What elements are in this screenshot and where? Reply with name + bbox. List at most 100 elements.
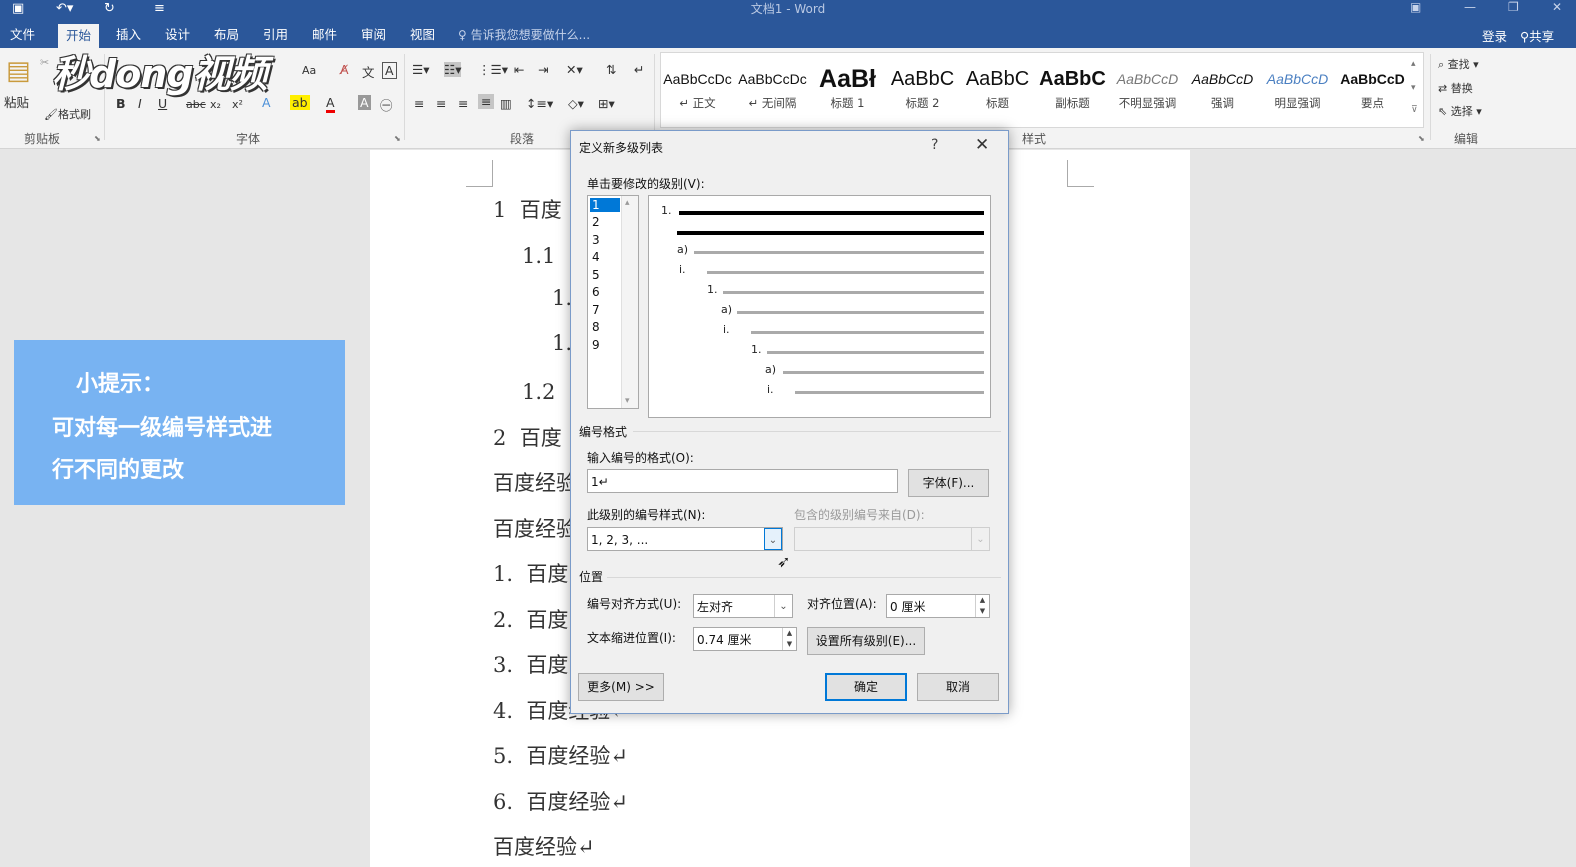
tab-home[interactable]: 开始: [58, 24, 100, 48]
level-item[interactable]: 6: [592, 285, 600, 299]
tab-file[interactable]: 文件: [2, 25, 43, 45]
paste-label[interactable]: 粘贴: [4, 92, 29, 111]
scroll-up-icon[interactable]: ▴: [625, 198, 630, 208]
ok-button[interactable]: 确定: [825, 673, 907, 701]
position-section-label: 位置: [579, 570, 604, 584]
text-indent-input[interactable]: 0.74 厘米 ▲ ▼: [693, 627, 797, 651]
justify-icon[interactable]: ≡: [478, 94, 495, 109]
tab-insert[interactable]: 插入: [108, 25, 149, 45]
spinner-icon[interactable]: ▲ ▼: [782, 628, 796, 650]
styles-group-label: 样式: [1022, 132, 1047, 146]
find-button[interactable]: ⌕ 查找 ▾: [1438, 56, 1479, 72]
share-button[interactable]: ⚲共享: [1520, 26, 1554, 45]
section-divider: [633, 431, 1001, 432]
tab-mailings[interactable]: 邮件: [304, 25, 345, 45]
level-item[interactable]: 9: [592, 338, 600, 352]
align-center-icon[interactable]: ≡: [436, 96, 446, 111]
asian-layout-icon[interactable]: ✕▾: [566, 62, 583, 77]
style-heading-1[interactable]: AaBł 标题 1: [811, 63, 884, 123]
more-button[interactable]: 更多(M) >>: [578, 673, 664, 701]
phonetic-icon[interactable]: 文: [362, 62, 375, 81]
level-item[interactable]: 4: [592, 250, 600, 264]
level-item[interactable]: 3: [592, 233, 600, 247]
level-item[interactable]: 7: [592, 303, 600, 317]
level-listbox[interactable]: 1 2 3 4 5 6 7 8 9 ▴ ▾: [587, 195, 639, 409]
style-emphasis[interactable]: AaBbCcD 强调: [1186, 63, 1259, 123]
cut-icon[interactable]: ✂: [40, 56, 49, 69]
font-launcher-icon[interactable]: ⬊: [394, 134, 401, 143]
char-border-icon[interactable]: A: [382, 62, 397, 79]
distributed-icon[interactable]: ▥: [500, 96, 512, 111]
show-marks-icon[interactable]: ↵: [634, 62, 644, 77]
clear-format-icon[interactable]: A̸: [340, 62, 349, 77]
clipboard-launcher-icon[interactable]: ⬊: [94, 134, 101, 143]
level-item[interactable]: 2: [592, 215, 600, 229]
doc-line: 6. 百度经验↵: [493, 790, 629, 814]
person-icon: ⚲: [1520, 29, 1530, 44]
help-icon[interactable]: ?: [931, 137, 938, 153]
select-button[interactable]: ⇖ 选择 ▾: [1438, 103, 1482, 119]
close-icon[interactable]: ✕: [975, 135, 989, 155]
tab-layout[interactable]: 布局: [206, 25, 247, 45]
font-button[interactable]: 字体(F)...: [908, 469, 989, 497]
spinner-icon[interactable]: ▲ ▼: [975, 595, 989, 617]
style-normal[interactable]: AaBbCcDc ↵ 正文: [661, 63, 734, 123]
number-format-input[interactable]: 1↵: [587, 469, 898, 493]
chevron-down-icon[interactable]: ⌄: [764, 528, 782, 550]
gallery-more-icon[interactable]: ⊽: [1411, 105, 1418, 115]
line-spacing-icon[interactable]: ↕≡▾: [526, 96, 553, 111]
style-no-spacing[interactable]: AaBbCcDc ↵ 无间隔: [736, 63, 809, 123]
tab-references[interactable]: 引用: [255, 25, 296, 45]
multilevel-list-icon[interactable]: ⋮☰▾: [478, 62, 508, 77]
style-subtitle[interactable]: AaBbC 副标题: [1036, 63, 1109, 123]
style-heading-2[interactable]: AaBbC 标题 2: [886, 63, 959, 123]
paste-icon[interactable]: ▤: [6, 56, 31, 86]
style-strong[interactable]: AaBbCcD 要点: [1336, 63, 1409, 123]
tab-review[interactable]: 审阅: [353, 25, 394, 45]
chevron-down-icon[interactable]: ⌄: [774, 595, 792, 617]
tab-design[interactable]: 设计: [157, 25, 198, 45]
align-left-icon[interactable]: ≡: [414, 96, 424, 111]
replace-button[interactable]: ⇄ 替换: [1438, 80, 1473, 96]
format-painter-button[interactable]: 🖌格式刷: [44, 106, 91, 122]
change-case-button[interactable]: Aa: [302, 64, 316, 77]
level-item[interactable]: 5: [592, 268, 600, 282]
restore-icon[interactable]: ❐: [1508, 0, 1519, 14]
gallery-scroll-up-icon[interactable]: ▴: [1411, 59, 1416, 69]
numbering-icon[interactable]: ☷▾: [444, 62, 462, 77]
font-color-icon[interactable]: A: [326, 95, 335, 113]
style-title[interactable]: AaBbC 标题: [961, 63, 1034, 123]
magnifier-icon: ⌕: [1438, 58, 1445, 71]
shading-icon[interactable]: ◇▾: [568, 96, 584, 111]
number-alignment-select[interactable]: 左对齐 ⌄: [693, 594, 793, 618]
enclose-char-icon[interactable]: ㊀: [380, 95, 393, 114]
login-link[interactable]: 登录: [1482, 26, 1507, 45]
tell-me-box[interactable]: ♀ 告诉我您想要做什么...: [458, 26, 590, 43]
decrease-indent-icon[interactable]: ⇤: [514, 62, 524, 77]
level-item[interactable]: 1: [590, 198, 620, 212]
ribbon-display-icon[interactable]: ▣: [1410, 0, 1421, 14]
tab-view[interactable]: 视图: [402, 25, 443, 45]
char-shading-icon[interactable]: A: [358, 95, 371, 110]
scroll-down-icon[interactable]: ▾: [625, 396, 630, 406]
style-subtle-emphasis[interactable]: AaBbCcD 不明显强调: [1111, 63, 1184, 123]
close-window-icon[interactable]: ✕: [1552, 0, 1562, 14]
aligned-at-input[interactable]: 0 厘米 ▲ ▼: [886, 594, 990, 618]
align-right-icon[interactable]: ≡: [458, 96, 468, 111]
level-item[interactable]: 8: [592, 320, 600, 334]
number-style-select[interactable]: 1, 2, 3, ... ⌄: [587, 527, 783, 551]
preview-label: i.: [723, 323, 730, 336]
set-all-levels-button[interactable]: 设置所有级别(E)...: [807, 627, 925, 655]
style-intense-emphasis[interactable]: AaBbCcD 明显强调: [1261, 63, 1334, 123]
minimize-icon[interactable]: —: [1464, 0, 1476, 14]
listbox-scrollbar[interactable]: ▴ ▾: [621, 196, 638, 408]
sort-icon[interactable]: ⇅: [606, 62, 616, 77]
gallery-scroll-down-icon[interactable]: ▾: [1411, 83, 1416, 93]
doc-line: 3. 百度: [493, 653, 569, 677]
bullets-icon[interactable]: ☰▾: [412, 62, 429, 77]
cancel-button[interactable]: 取消: [917, 673, 999, 701]
borders-icon[interactable]: ⊞▾: [598, 96, 615, 111]
increase-indent-icon[interactable]: ⇥: [538, 62, 548, 77]
styles-launcher-icon[interactable]: ⬊: [1418, 134, 1425, 143]
highlight-icon[interactable]: ab: [290, 95, 310, 110]
